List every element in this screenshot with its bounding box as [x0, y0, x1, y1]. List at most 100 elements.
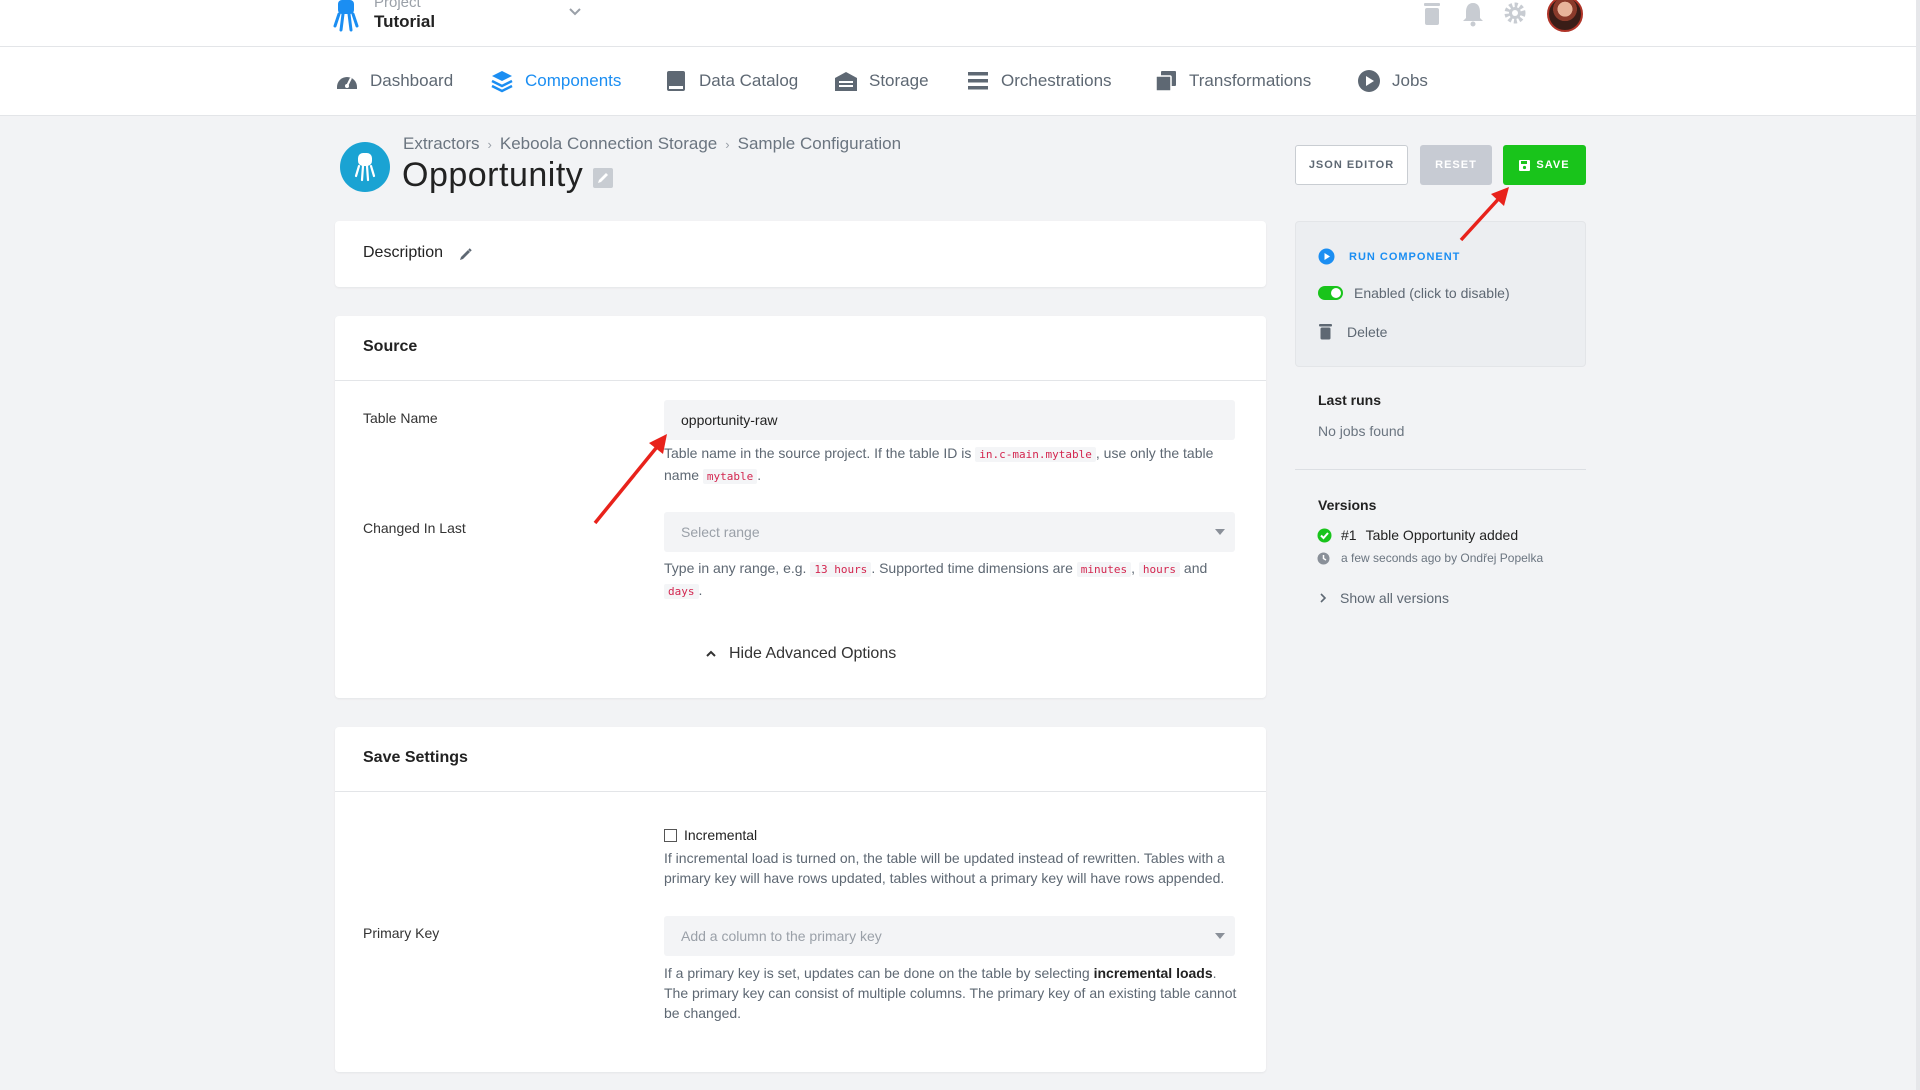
nav-storage[interactable]: Storage — [834, 68, 929, 94]
nav-label: Jobs — [1392, 71, 1428, 90]
table-name-input[interactable]: opportunity-raw — [664, 400, 1235, 440]
bell-icon[interactable] — [1461, 1, 1485, 27]
dashboard-icon — [337, 77, 357, 89]
version-meta-text: a few seconds ago by Ondřej Popelka — [1341, 551, 1544, 565]
window-icon — [1155, 71, 1176, 92]
table-name-label: Table Name — [363, 410, 438, 426]
page-scrollbar[interactable] — [1916, 0, 1920, 1090]
incremental-help: If incremental load is turned on, the ta… — [664, 850, 1225, 886]
version-number: #1 — [1341, 527, 1357, 543]
caret-down-icon — [1215, 529, 1225, 535]
show-all-versions-label: Show all versions — [1340, 590, 1449, 606]
caret-down-icon — [1215, 933, 1225, 939]
top-header: Project Tutorial — [0, 0, 1920, 47]
main-nav — [0, 47, 1920, 116]
incremental-checkbox[interactable] — [664, 828, 677, 842]
incremental-checkbox-row[interactable]: Incremental — [664, 827, 757, 843]
save-settings-card: Save Settings Incremental If incremental… — [335, 727, 1266, 1072]
save-button[interactable]: SAVE — [1503, 145, 1586, 185]
breadcrumb-separator: › — [725, 136, 730, 152]
run-component-button[interactable]: RUN COMPONENT — [1318, 248, 1460, 265]
check-circle-icon — [1317, 528, 1332, 542]
play-circle-icon — [1318, 248, 1335, 265]
bars-icon — [968, 72, 988, 90]
source-title: Source — [363, 338, 418, 355]
chevron-up-icon — [706, 650, 716, 657]
card-divider — [335, 791, 1266, 792]
description-title: Description — [363, 244, 444, 261]
select-placeholder: Add a column to the primary key — [681, 928, 882, 944]
save-label: SAVE — [1536, 159, 1570, 171]
enabled-label: Enabled (click to disable) — [1354, 285, 1510, 301]
chevron-right-icon — [1320, 593, 1327, 603]
trash-icon[interactable] — [1420, 1, 1444, 27]
annotation-arrow-icon — [593, 434, 667, 525]
breadcrumb-storage[interactable]: Keboola Connection Storage — [500, 134, 717, 154]
select-placeholder: Select range — [681, 524, 760, 540]
floppy-disk-icon — [1519, 159, 1531, 171]
page-title: Opportunity — [402, 156, 584, 194]
version-item[interactable]: #1 Table Opportunity added — [1317, 527, 1518, 543]
nav-components[interactable]: Components — [490, 68, 621, 94]
source-card: Source Table Name opportunity-raw Table … — [335, 316, 1266, 698]
nav-jobs[interactable]: Jobs — [1357, 68, 1428, 94]
delete-label: Delete — [1347, 323, 1388, 340]
chevron-down-icon[interactable] — [567, 4, 583, 20]
breadcrumb-separator: › — [487, 136, 492, 152]
project-label: Project — [374, 0, 421, 11]
json-editor-button[interactable]: JSON EDITOR — [1295, 145, 1408, 185]
table-name-help: Table name in the source project. If the… — [664, 445, 1214, 484]
primary-key-help: If a primary key is set, updates can be … — [664, 965, 1237, 1021]
version-title: Table Opportunity added — [1365, 527, 1519, 543]
nav-label: Data Catalog — [699, 71, 799, 90]
nav-label: Transformations — [1189, 71, 1312, 90]
component-actions-panel: RUN COMPONENT Enabled (click to disable)… — [1295, 221, 1586, 367]
book-icon — [667, 71, 685, 91]
user-avatar[interactable] — [1547, 0, 1583, 32]
component-icon — [340, 142, 390, 192]
card-divider — [335, 380, 1266, 381]
breadcrumb: Extractors › Keboola Connection Storage … — [403, 134, 901, 154]
advanced-options-toggle[interactable]: Hide Advanced Options — [705, 645, 896, 663]
incremental-label: Incremental — [684, 827, 758, 843]
run-component-label: RUN COMPONENT — [1349, 250, 1461, 263]
delete-button[interactable]: Delete — [1318, 323, 1387, 340]
save-settings-title: Save Settings — [363, 749, 468, 766]
enabled-toggle-row[interactable]: Enabled (click to disable) — [1318, 285, 1510, 301]
nav-transformations[interactable]: Transformations — [1154, 68, 1311, 94]
nav-label: Components — [525, 71, 622, 90]
versions-title: Versions — [1318, 497, 1377, 513]
nav-orchestrations[interactable]: Orchestrations — [966, 68, 1112, 94]
clock-icon — [1317, 552, 1330, 564]
breadcrumb-extractors[interactable]: Extractors — [403, 134, 480, 154]
version-meta: a few seconds ago by Ondřej Popelka — [1317, 551, 1543, 565]
annotation-arrow-icon — [1459, 187, 1509, 242]
play-circle-icon — [1358, 70, 1380, 92]
trash-icon — [1319, 324, 1332, 340]
changed-in-last-label: Changed In Last — [363, 520, 466, 536]
nav-label: Orchestrations — [1001, 71, 1112, 90]
changed-in-last-help: Type in any range, e.g. 13 hours. Suppor… — [664, 560, 1208, 599]
advanced-options-label: Hide Advanced Options — [729, 645, 897, 662]
nav-dashboard[interactable]: Dashboard — [335, 68, 453, 94]
warehouse-icon — [835, 72, 857, 91]
pencil-icon[interactable] — [458, 247, 473, 262]
nav-data-catalog[interactable]: Data Catalog — [664, 68, 798, 94]
show-all-versions-link[interactable]: Show all versions — [1319, 590, 1449, 606]
nav-label: Dashboard — [370, 71, 454, 90]
breadcrumb-configuration[interactable]: Sample Configuration — [738, 134, 901, 154]
enabled-toggle[interactable] — [1318, 286, 1343, 300]
layers-icon — [491, 71, 513, 93]
changed-in-last-select[interactable]: Select range — [664, 512, 1235, 552]
reset-button[interactable]: RESET — [1420, 145, 1492, 185]
last-runs-empty: No jobs found — [1318, 423, 1405, 439]
description-card: Description — [335, 221, 1266, 287]
primary-key-label: Primary Key — [363, 925, 440, 941]
edit-title-icon[interactable] — [593, 168, 613, 188]
last-runs-title: Last runs — [1318, 392, 1382, 408]
primary-key-select[interactable]: Add a column to the primary key — [664, 916, 1235, 956]
sidebar-divider — [1295, 469, 1586, 470]
gear-icon[interactable] — [1503, 1, 1527, 27]
project-name[interactable]: Tutorial — [374, 12, 435, 32]
keboola-logo-icon[interactable] — [333, 0, 359, 32]
